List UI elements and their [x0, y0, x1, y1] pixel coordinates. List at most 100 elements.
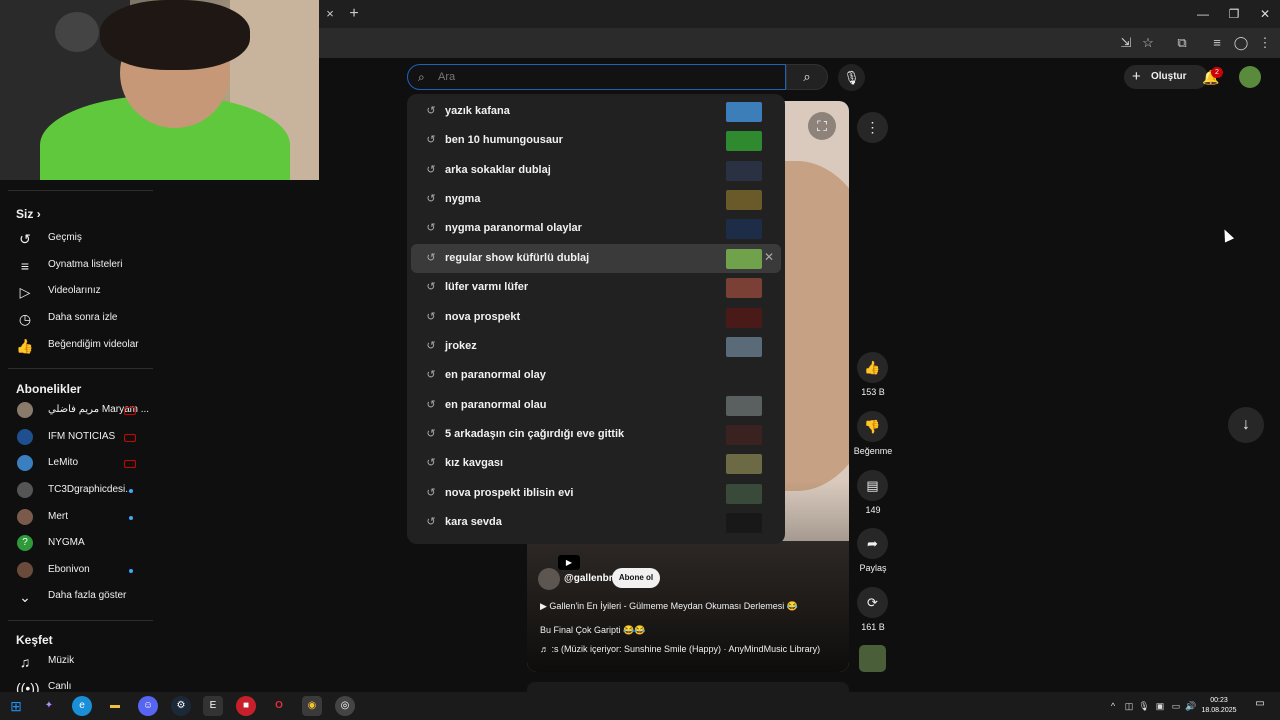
history-icon: ↺: [426, 105, 436, 117]
start-icon[interactable]: ⊞: [6, 696, 26, 716]
suggestion-item[interactable]: ↺ nygma paranormal olaylar: [411, 214, 781, 243]
suggestion-item[interactable]: ↺ nygma: [411, 185, 781, 214]
tray-mic-icon[interactable]: 🎙: [1138, 699, 1150, 713]
tray-app-icon[interactable]: ◫: [1123, 699, 1135, 713]
share-icon[interactable]: ➦: [857, 528, 888, 559]
mouse-cursor-icon: [1219, 227, 1235, 243]
sub-item[interactable]: مريم فاضلي Maryam ...: [0, 398, 153, 424]
remix-icon[interactable]: ⟳: [857, 587, 888, 618]
install-app-icon[interactable]: ⇲: [1117, 34, 1135, 52]
suggestion-item[interactable]: ↺ kara sevda: [411, 508, 781, 537]
extensions-icon[interactable]: ⧉: [1173, 34, 1191, 52]
comment-icon[interactable]: ▤: [857, 470, 888, 501]
network-icon[interactable]: ▭: [1170, 699, 1182, 713]
edge-icon[interactable]: e: [72, 696, 92, 716]
minimize-icon[interactable]: —: [1191, 4, 1215, 24]
suggestion-item[interactable]: ↺ lüfer varmı lüfer: [411, 273, 781, 302]
obs-icon[interactable]: ◎: [335, 696, 355, 716]
bookmark-star-icon[interactable]: ☆: [1139, 34, 1157, 52]
suggestion-item[interactable]: ↺ arka sokaklar dublaj: [411, 156, 781, 185]
menu-kebab-icon[interactable]: ⋮: [1256, 34, 1274, 52]
next-short-button[interactable]: ↓: [1228, 407, 1264, 443]
suggestion-item[interactable]: ↺ en paranormal olay: [411, 361, 781, 390]
search-button[interactable]: ⌕: [786, 64, 828, 90]
sidebar-item-history[interactable]: ↺ Geçmiş: [0, 226, 153, 252]
profile-icon[interactable]: ◯: [1232, 34, 1250, 52]
fullscreen-button[interactable]: ⛶: [808, 112, 836, 140]
volume-icon[interactable]: 🔊: [1185, 699, 1197, 713]
sidebar-item-watch-later[interactable]: ◷ Daha sonra izle: [0, 306, 153, 332]
chrome-icon[interactable]: ◉: [302, 696, 322, 716]
epic-icon[interactable]: E: [203, 696, 223, 716]
explorer-icon[interactable]: ▬: [105, 696, 125, 716]
suggestion-thumbnail: [726, 161, 762, 181]
search-input[interactable]: [438, 69, 768, 85]
thumbs-up-icon[interactable]: 👍: [857, 352, 888, 383]
next-short-preview[interactable]: [527, 682, 849, 692]
streamer-hair: [100, 0, 250, 70]
playlist-link[interactable]: ▶ Gallen'in En İyileri - Gülmeme Meydan …: [540, 601, 798, 612]
history-icon: ↺: [426, 134, 436, 146]
subscribe-button[interactable]: Abone ol: [612, 568, 660, 588]
voice-search-button[interactable]: 🎙: [838, 64, 865, 91]
sidebar-item-music[interactable]: ♫ Müzik: [0, 649, 153, 675]
search-box[interactable]: ⌕: [407, 64, 786, 90]
tab-close-icon[interactable]: ×: [322, 6, 338, 22]
suggestion-item-highlighted[interactable]: ↺ regular show küfürlü dublaj ✕: [411, 244, 781, 273]
sub-item[interactable]: ? NYGMA: [0, 531, 153, 557]
sub-item[interactable]: Ebonivon: [0, 558, 153, 584]
suggestion-thumbnail: [726, 484, 762, 504]
new-tab-icon[interactable]: +: [345, 5, 363, 23]
suggestion-item[interactable]: ↺ en paranormal olau: [411, 391, 781, 420]
suggestion-item[interactable]: ↺ nova prospekt iblisin evi: [411, 479, 781, 508]
fullscreen-icon: ⛶: [817, 118, 827, 134]
sub-item[interactable]: Mert: [0, 505, 153, 531]
channel-avatar[interactable]: [538, 568, 560, 590]
notification-center-icon[interactable]: ▭: [1252, 698, 1268, 712]
sub-item[interactable]: IFM NOTICIAS: [0, 425, 153, 451]
remove-suggestion-icon[interactable]: ✕: [764, 250, 774, 264]
sub-item[interactable]: TC3Dgraphicdesi...: [0, 478, 153, 504]
more-options-button[interactable]: ⋮: [857, 112, 888, 143]
suggestion-thumbnail: [726, 190, 762, 210]
create-button[interactable]: + Oluştur: [1124, 65, 1208, 89]
opera-icon[interactable]: O: [269, 696, 289, 716]
close-window-icon[interactable]: ✕: [1253, 4, 1277, 24]
sidebar-item-playlists[interactable]: ≡ Oynatma listeleri: [0, 253, 153, 279]
sound-avatar[interactable]: [859, 645, 886, 672]
discord-icon[interactable]: ☺: [138, 696, 158, 716]
suggestion-item[interactable]: ↺ yazık kafana: [411, 97, 781, 126]
channel-name[interactable]: @gallenbr: [564, 573, 613, 584]
steam-icon[interactable]: ⚙: [171, 696, 191, 716]
suggestion-item[interactable]: ↺ jrokez: [411, 332, 781, 361]
history-icon: ↺: [426, 457, 436, 469]
liked-icon: 👍: [16, 338, 34, 354]
show-more-button[interactable]: ⌄ Daha fazla göster: [0, 584, 153, 610]
sidebar-divider: [8, 368, 153, 369]
thumbs-down-icon[interactable]: 👎: [857, 411, 888, 442]
suggestion-thumbnail: [726, 425, 762, 445]
suggestion-item[interactable]: ↺ nova prospekt: [411, 303, 781, 332]
account-avatar[interactable]: [1239, 66, 1261, 88]
tray-display-icon[interactable]: ▣: [1154, 699, 1166, 713]
music-info[interactable]: ♬ :s (Müzik içeriyor: Sunshine Smile (Ha…: [540, 644, 820, 654]
app-red-icon[interactable]: ■: [236, 696, 256, 716]
search-icon: ⌕: [418, 70, 425, 84]
suggestion-item[interactable]: ↺ ben 10 humungousaur: [411, 126, 781, 155]
sidebar-item-liked[interactable]: 👍 Beğendiğim videolar: [0, 333, 153, 359]
tray-chevron-icon[interactable]: ^: [1107, 699, 1119, 713]
section-you[interactable]: Siz ›: [16, 207, 41, 221]
copilot-icon[interactable]: ✦: [39, 696, 59, 716]
sub-item[interactable]: LeMito: [0, 451, 153, 477]
youtube-logo-icon: ▶: [558, 555, 580, 570]
suggestion-item[interactable]: ↺ 5 arkadaşın cin çağırdığı eve gittik: [411, 420, 781, 449]
suggestion-thumbnail: [726, 513, 762, 533]
restore-icon[interactable]: ❐: [1222, 4, 1246, 24]
suggestion-item[interactable]: ↺ kız kavgası: [411, 449, 781, 478]
system-clock[interactable]: 00:23 18.08.2025: [1197, 696, 1241, 716]
media-control-icon[interactable]: ≡: [1208, 34, 1226, 52]
live-indicator: [124, 407, 136, 415]
section-explore: Keşfet: [16, 633, 53, 647]
sidebar-item-your-videos[interactable]: ▷ Videolarınız: [0, 279, 153, 305]
screen: { "browser": { "tab_close": "×", "new_ta…: [0, 0, 1280, 720]
